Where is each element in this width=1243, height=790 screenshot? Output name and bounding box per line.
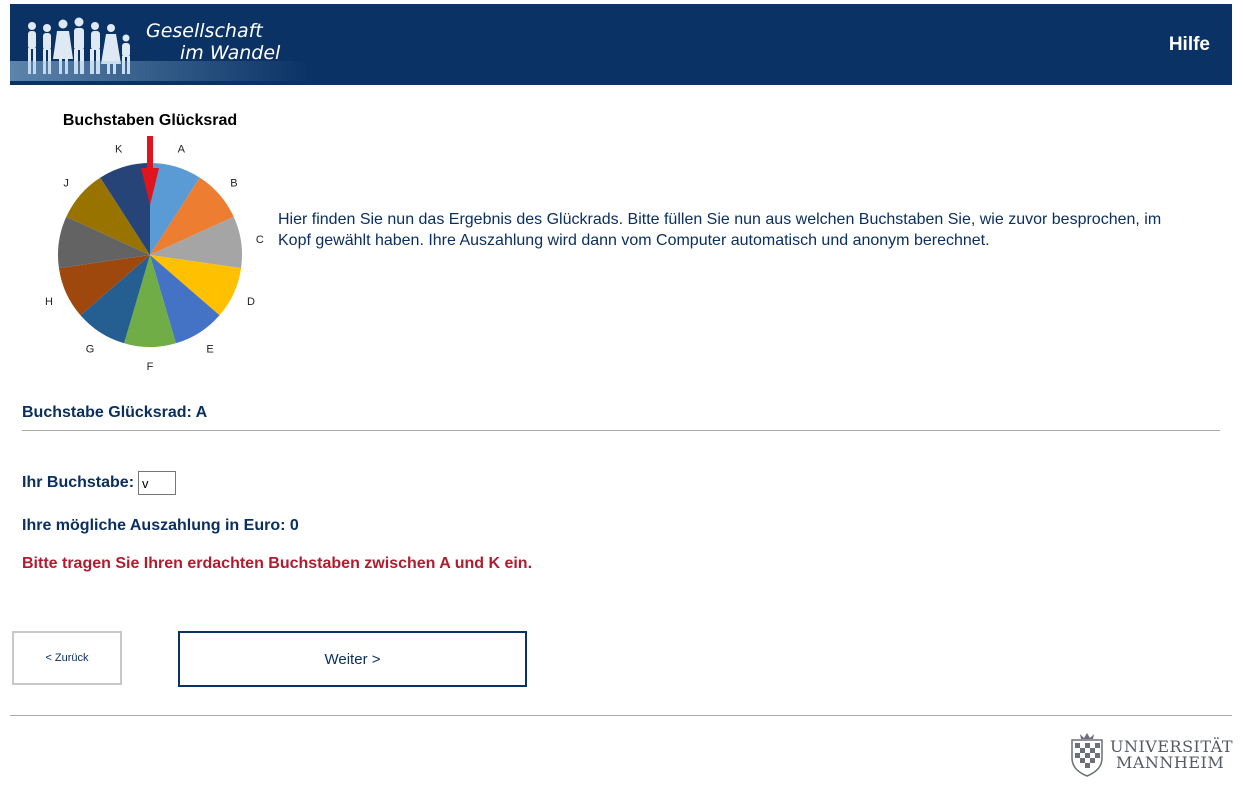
error-message: Bitte tragen Sie Ihren erdachten Buchsta… xyxy=(22,555,533,572)
logo-line-2: im Wandel xyxy=(180,42,281,64)
footer-divider xyxy=(10,715,1232,716)
fortune-wheel-graphic: Buchstaben Glücksrad ABCDEFGHIJK xyxy=(39,112,264,373)
wheel-label-f: F xyxy=(147,361,154,373)
university-name: UNIVERSITÄT MANNHEIM xyxy=(1110,739,1233,771)
wheel-label-a: A xyxy=(178,144,186,156)
fortune-wheel: Buchstaben Glücksrad ABCDEFGHIJK xyxy=(39,104,268,376)
intro-text: Hier finden Sie nun das Ergebnis des Glü… xyxy=(278,211,1162,249)
wheel-label-k: K xyxy=(115,144,123,156)
university-crest-icon xyxy=(1071,733,1103,777)
help-link[interactable]: Hilfe xyxy=(1169,34,1210,56)
letter-row: Ihr Buchstabe: xyxy=(22,471,177,495)
wheel-label-h: H xyxy=(45,296,53,308)
wheel-label-e: E xyxy=(206,343,213,355)
university-name-line-2: MANNHEIM xyxy=(1115,753,1225,772)
site-header: Gesellschaft im Wandel Hilfe xyxy=(10,4,1232,85)
letter-input[interactable] xyxy=(138,471,177,495)
wheel-label-c: C xyxy=(256,234,264,246)
wheel-result: Buchstabe Glücksrad: A xyxy=(22,404,208,421)
next-button[interactable]: Weiter > xyxy=(178,631,527,687)
letter-label: Ihr Buchstabe: xyxy=(22,474,135,491)
logo: Gesellschaft im Wandel xyxy=(10,4,310,85)
logo-text: Gesellschaft im Wandel xyxy=(146,20,280,64)
wheel-label-g: G xyxy=(86,343,95,355)
wheel-label-b: B xyxy=(230,177,237,189)
wheel-label-d: D xyxy=(247,296,255,308)
logo-gradient-stripe xyxy=(10,61,310,81)
wheel-label-j: J xyxy=(63,177,69,189)
wheel-title: Buchstaben Glücksrad xyxy=(63,112,237,129)
divider xyxy=(22,430,1220,431)
payout-text: Ihre mögliche Auszahlung in Euro: 0 xyxy=(22,517,299,534)
logo-line-1: Gesellschaft xyxy=(146,20,263,42)
back-button[interactable]: < Zurück xyxy=(12,631,122,685)
university-logo: UNIVERSITÄT MANNHEIM xyxy=(1066,732,1233,778)
